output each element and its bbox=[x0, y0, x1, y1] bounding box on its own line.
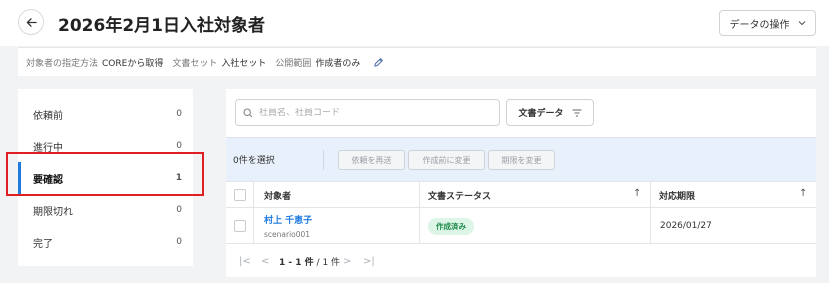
sort-arrow-up-icon[interactable]: ↑ bbox=[633, 188, 641, 199]
search-box[interactable] bbox=[235, 99, 500, 126]
status-badge: 作成済み bbox=[428, 217, 474, 235]
document-data-label: 文書データ bbox=[518, 109, 564, 119]
chevron-down-icon bbox=[798, 21, 805, 26]
change-deadline-button[interactable]: 期限を変更 bbox=[488, 150, 555, 170]
edit-settings-button[interactable] bbox=[373, 57, 384, 68]
annotation-highlight-box bbox=[6, 152, 204, 196]
search-input[interactable] bbox=[259, 107, 489, 118]
deadline-date: 2026/01/27 bbox=[660, 221, 712, 231]
table-header: 対象者 文書ステータス ↑ 対応期限 ↑ bbox=[226, 181, 816, 208]
scope-label: 公開範囲 bbox=[275, 58, 312, 69]
first-page-icon[interactable]: |< bbox=[239, 256, 251, 267]
back-button[interactable] bbox=[18, 9, 44, 35]
docset-value: 入社セット bbox=[221, 58, 267, 69]
method-value: COREから取得 bbox=[102, 58, 164, 69]
column-header-deadline[interactable]: 対応期限 bbox=[659, 182, 695, 208]
revert-to-draft-button[interactable]: 作成前に変更 bbox=[408, 150, 485, 170]
next-page-icon[interactable]: > bbox=[343, 256, 351, 267]
data-operations-button[interactable]: データの操作 bbox=[719, 10, 816, 36]
settings-summary-bar: 対象者の指定方法 COREから取得 文書セット 入社セット 公開範囲 作成者のみ bbox=[18, 47, 816, 76]
page-info: 1 - 1 件 / 1 件 bbox=[279, 255, 340, 268]
deadline-cell: 2026/01/27 bbox=[660, 208, 712, 244]
document-data-filter-button[interactable]: 文書データ bbox=[506, 99, 594, 126]
column-header-status[interactable]: 文書ステータス bbox=[428, 182, 491, 208]
arrow-left-icon bbox=[26, 17, 37, 27]
prev-page-icon[interactable]: < bbox=[261, 256, 269, 267]
select-all-cell bbox=[234, 182, 246, 208]
page-header: 2026年2月1日入社対象者 データの操作 bbox=[0, 0, 829, 46]
sidebar-item-completed[interactable]: 完了 0 bbox=[18, 226, 193, 258]
method-label: 対象者の指定方法 bbox=[26, 58, 99, 69]
employee-code: scenario001 bbox=[264, 230, 311, 239]
sort-arrow-up-icon[interactable]: ↑ bbox=[799, 188, 807, 199]
page-title: 2026年2月1日入社対象者 bbox=[58, 16, 265, 36]
sidebar-item-count: 0 bbox=[176, 109, 182, 119]
select-all-checkbox[interactable] bbox=[234, 189, 246, 201]
bulk-action-bar: 0件を選択 依頼を再送 作成前に変更 期限を変更 bbox=[226, 137, 816, 181]
employee-cell: 村上 千恵子 scenario001 bbox=[264, 208, 312, 244]
selected-count: 0件を選択 bbox=[233, 156, 275, 166]
scope-value: 作成者のみ bbox=[315, 58, 361, 69]
sidebar-item-count: 0 bbox=[176, 237, 182, 247]
pencil-icon bbox=[374, 57, 384, 67]
row-select-cell bbox=[234, 208, 246, 244]
search-icon bbox=[243, 107, 253, 117]
last-page-icon[interactable]: >| bbox=[363, 256, 375, 267]
sidebar-item-expired[interactable]: 期限切れ 0 bbox=[18, 194, 193, 226]
sidebar-item-label: 依頼前 bbox=[33, 110, 63, 122]
table-row[interactable]: 村上 千恵子 scenario001 作成済み 2026/01/27 bbox=[226, 208, 816, 244]
resend-request-button[interactable]: 依頼を再送 bbox=[338, 150, 405, 170]
status-cell: 作成済み bbox=[428, 208, 474, 244]
page-total: 1 件 bbox=[322, 257, 341, 268]
sidebar-item-label: 完了 bbox=[33, 238, 53, 250]
docset-label: 文書セット bbox=[172, 58, 218, 69]
sidebar-item-label: 期限切れ bbox=[33, 206, 73, 218]
page-range: 1 - 1 件 bbox=[279, 257, 314, 268]
employee-name-link[interactable]: 村上 千恵子 bbox=[264, 213, 312, 226]
sidebar-item-before-request[interactable]: 依頼前 0 bbox=[18, 98, 193, 130]
filter-icon bbox=[572, 108, 581, 117]
pagination: |< < 1 - 1 件 / 1 件 > >| bbox=[226, 249, 816, 273]
data-operations-label: データの操作 bbox=[729, 19, 790, 31]
main-panel: 文書データ 0件を選択 依頼を再送 作成前に変更 期限を変更 対象者 文書ステー… bbox=[226, 89, 816, 277]
row-checkbox[interactable] bbox=[234, 220, 246, 232]
sidebar-item-count: 0 bbox=[176, 141, 182, 151]
sidebar-item-count: 0 bbox=[176, 205, 182, 215]
column-header-target[interactable]: 対象者 bbox=[264, 182, 291, 208]
divider bbox=[323, 150, 324, 170]
